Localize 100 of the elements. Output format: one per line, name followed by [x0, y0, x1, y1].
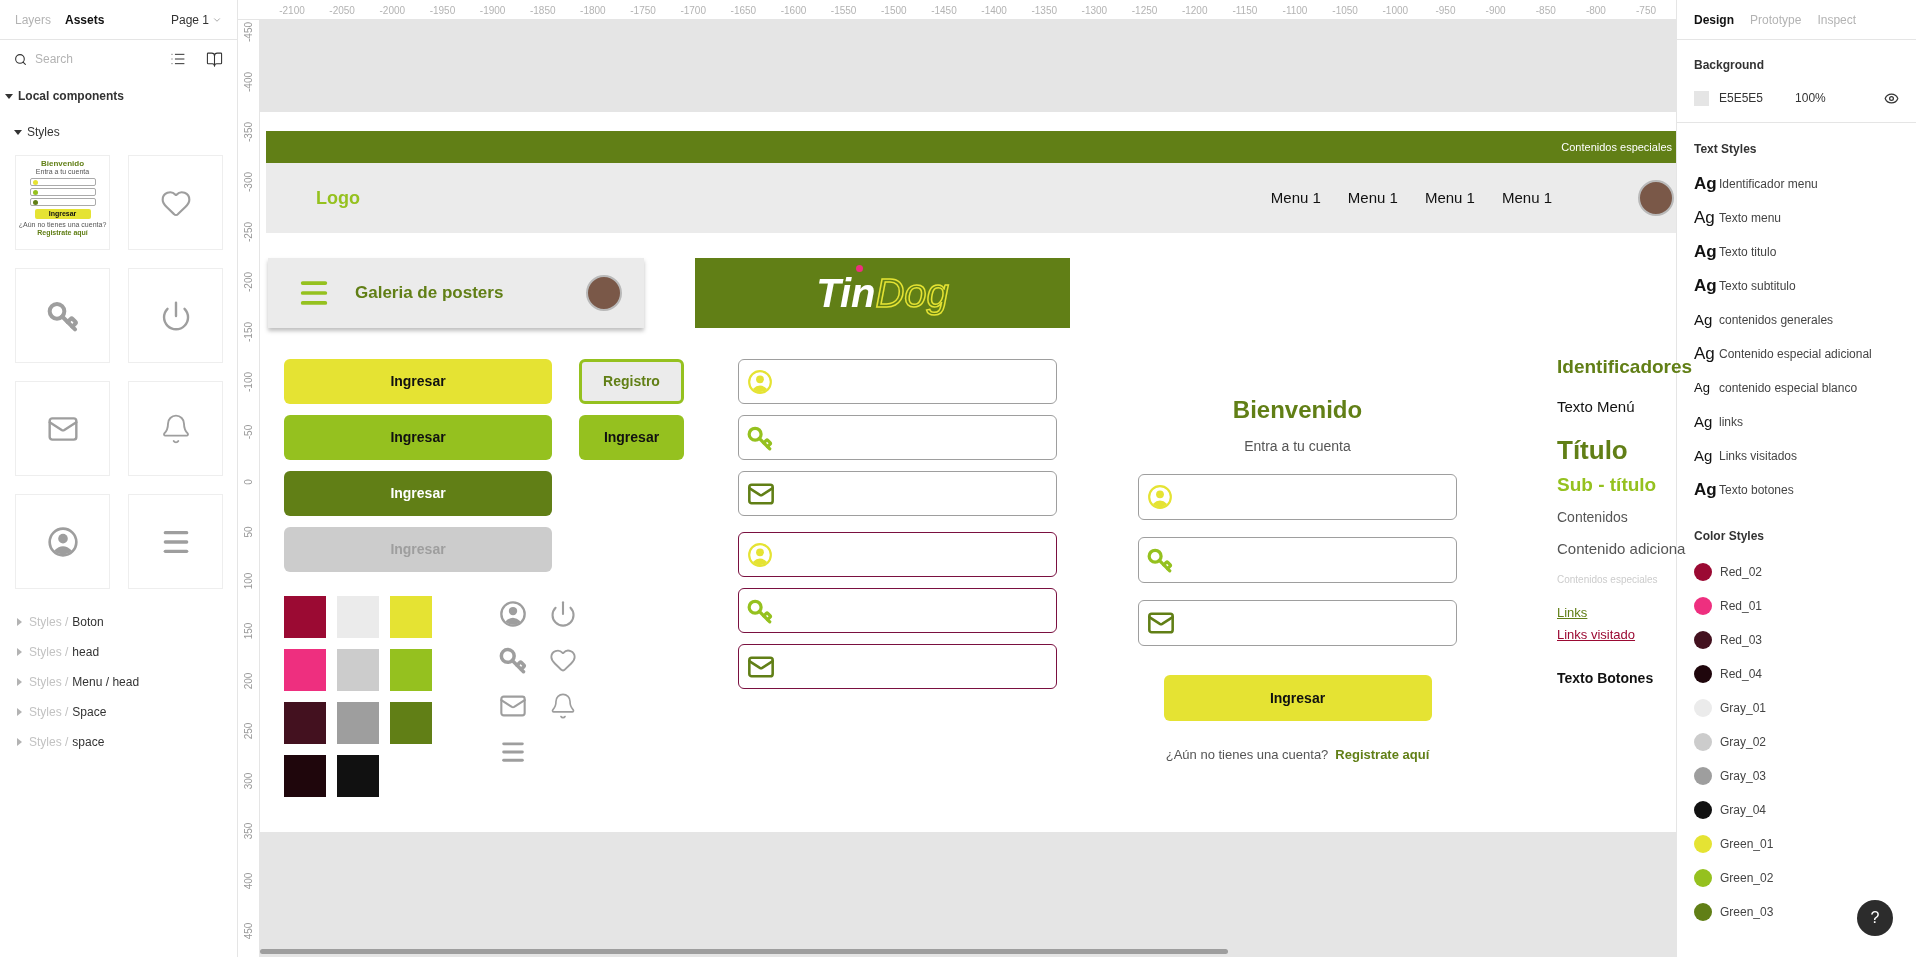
type-sample: Texto Botones — [1557, 668, 1655, 688]
ruler-label: -350 — [243, 120, 255, 144]
style-group-item[interactable]: Styles / Boton — [29, 613, 104, 631]
input-field[interactable] — [738, 532, 1057, 577]
menu-link[interactable]: Menu 1 — [1424, 186, 1475, 210]
menu-link[interactable]: Menu 1 — [1501, 186, 1552, 210]
text-style-name[interactable]: Identificador menu — [1719, 175, 1818, 193]
color-style-name[interactable]: Red_03 — [1720, 631, 1763, 649]
ruler-label: -1400 — [980, 4, 1008, 18]
input-field[interactable] — [1138, 537, 1457, 583]
color-swatch[interactable] — [1694, 90, 1709, 106]
menu-link[interactable]: Menu 1 — [1270, 186, 1321, 210]
menu-link[interactable]: Menu 1 — [1347, 186, 1398, 210]
caret-icon[interactable] — [5, 92, 13, 100]
list-view-icon[interactable] — [170, 51, 186, 67]
type-sample: Ag — [1694, 343, 1716, 366]
text-style-name[interactable]: links — [1719, 413, 1743, 431]
component-thumbnail[interactable] — [128, 381, 223, 476]
ruler-label: -1350 — [1030, 4, 1059, 18]
ruler-label: -1050 — [1331, 4, 1359, 18]
ruler-label: -250 — [243, 220, 255, 244]
color-style-name[interactable]: Gray_04 — [1720, 801, 1767, 819]
ruler-label: -2100 — [278, 4, 306, 18]
group-label[interactable]: Styles — [27, 123, 60, 141]
type-sample: Ag — [1694, 445, 1714, 466]
key-icon — [747, 597, 773, 624]
color-style-name[interactable]: Green_01 — [1720, 835, 1774, 853]
text-style-name[interactable]: Texto menu — [1719, 209, 1782, 227]
logo-text: Logo — [316, 186, 360, 210]
horizontal-scrollbar[interactable] — [260, 949, 1228, 954]
type-sample: Contenido adiciona — [1557, 538, 1687, 559]
style-group-item[interactable]: Styles / space — [29, 733, 105, 751]
ruler-label: -1900 — [478, 4, 507, 18]
ruler-label: 450 — [243, 921, 255, 942]
section-title: Color Styles — [1694, 528, 1766, 543]
text-style-name[interactable]: Texto botones — [1719, 481, 1794, 499]
opacity-value[interactable]: 100% — [1795, 89, 1826, 107]
input-field[interactable] — [738, 415, 1057, 460]
person-icon — [747, 368, 773, 395]
text-style-name[interactable]: Texto subtitulo — [1719, 277, 1796, 295]
sample-button[interactable]: Ingresar — [284, 415, 552, 460]
ruler-label: -1300 — [1080, 4, 1109, 18]
color-style-name[interactable]: Red_02 — [1720, 563, 1763, 581]
color-style-name[interactable]: Gray_02 — [1720, 733, 1767, 751]
input-field[interactable] — [738, 644, 1057, 689]
style-group-item[interactable]: Styles / Menu / head — [29, 673, 140, 691]
input-field[interactable] — [738, 359, 1057, 404]
app-bar-title: Galeria de posters — [355, 282, 504, 305]
key-icon — [499, 646, 527, 674]
login-title: Bienvenido — [1232, 395, 1363, 424]
input-field[interactable] — [1138, 600, 1457, 646]
panel-tab[interactable]: Assets — [65, 10, 105, 29]
color-style-name[interactable]: Red_01 — [1720, 597, 1763, 615]
page-selector[interactable]: Page 1 — [170, 10, 222, 29]
color-style-name[interactable]: Green_03 — [1720, 903, 1774, 921]
thumbnail-field — [29, 198, 96, 206]
text-style-name[interactable]: Links visitados — [1719, 447, 1798, 465]
type-sample: Ag — [1694, 275, 1718, 298]
key-icon — [1147, 547, 1173, 573]
caret-icon[interactable] — [14, 128, 22, 136]
style-group-item[interactable]: Styles / Space — [29, 703, 107, 721]
section-label[interactable]: Local components — [18, 87, 124, 105]
hex-value[interactable]: E5E5E5 — [1719, 89, 1764, 107]
panel-tab[interactable]: Design — [1694, 10, 1734, 29]
component-thumbnail[interactable] — [15, 494, 110, 589]
text-style-name[interactable]: contenido especial blanco — [1719, 379, 1858, 397]
eye-icon[interactable] — [1884, 90, 1899, 106]
banner-text: Contenidos especiales — [1561, 139, 1672, 155]
component-thumbnail[interactable] — [128, 494, 223, 589]
color-style-name[interactable]: Gray_01 — [1720, 699, 1767, 717]
sample-button[interactable]: Ingresar — [579, 415, 684, 460]
color-style-name[interactable]: Green_02 — [1720, 869, 1774, 887]
color-style-name[interactable]: Red_04 — [1720, 665, 1763, 683]
type-sample: Ag — [1694, 207, 1716, 230]
login-button[interactable]: Ingresar — [1163, 675, 1432, 721]
text-style-name[interactable]: contenidos generales — [1719, 311, 1834, 329]
component-thumbnail[interactable] — [15, 381, 110, 476]
input-field[interactable] — [738, 588, 1057, 633]
signup-link[interactable]: Registrate aquí — [1335, 745, 1430, 765]
book-icon[interactable] — [206, 50, 223, 68]
type-sample: Ag — [1694, 479, 1718, 502]
ruler-label: 50 — [243, 524, 255, 540]
input-field[interactable] — [738, 471, 1057, 516]
ruler-label: 150 — [243, 622, 255, 642]
thumbnail-field — [29, 188, 96, 196]
type-sample: Ag — [1694, 309, 1714, 330]
sample-button[interactable]: Ingresar — [284, 359, 552, 404]
sample-button[interactable]: Ingresar — [284, 471, 552, 516]
text-style-name[interactable]: Texto titulo — [1719, 243, 1777, 261]
input-field[interactable] — [1138, 474, 1457, 520]
sample-button[interactable]: Registro — [579, 359, 684, 404]
component-thumbnail[interactable] — [128, 268, 223, 363]
type-sample: Identificadores — [1557, 354, 1693, 379]
text-style-name[interactable]: Contenido especial adicional — [1719, 345, 1872, 363]
style-group-item[interactable]: Styles / head — [29, 643, 100, 661]
search-field[interactable]: Search — [35, 50, 135, 68]
key-icon — [747, 424, 773, 451]
component-thumbnail[interactable] — [128, 155, 223, 250]
component-thumbnail[interactable] — [15, 268, 110, 363]
color-style-name[interactable]: Gray_03 — [1720, 767, 1767, 785]
